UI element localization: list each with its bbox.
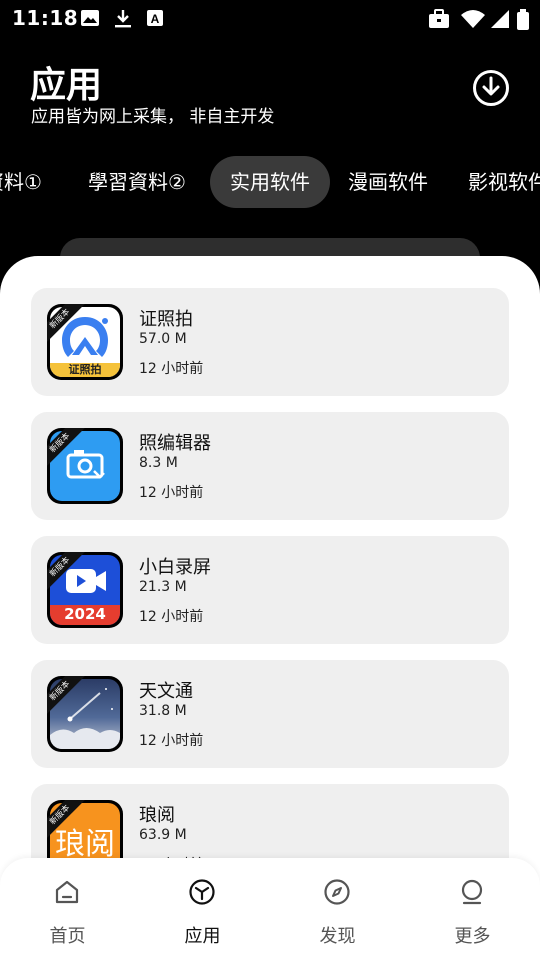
briefcase-icon	[429, 9, 449, 28]
wifi-icon	[461, 10, 485, 28]
svg-text:A: A	[151, 12, 160, 26]
app-icon-label: 2024	[64, 605, 106, 623]
category-tabs: 資料① 學習資料② 实用软件 漫画软件 影视软件	[0, 156, 540, 208]
nav-label: 更多	[454, 926, 491, 947]
nav-home[interactable]: 首页	[0, 858, 135, 960]
tab-video-software[interactable]: 影视软件	[468, 156, 540, 208]
app-list-sheet: 证照拍 新版本 证照拍 57.0 M 12 小时前 新版本 照编辑器 8.3 M…	[0, 256, 540, 960]
download-icon[interactable]	[472, 69, 510, 107]
tab-comic-software[interactable]: 漫画软件	[348, 156, 428, 208]
nav-more[interactable]: 更多	[405, 858, 540, 960]
app-updated-time: 12 小时前	[139, 485, 204, 501]
font-icon: A	[147, 10, 163, 26]
nav-label: 首页	[49, 926, 86, 947]
app-updated-time: 12 小时前	[139, 609, 204, 625]
home-icon	[55, 880, 79, 904]
app-size: 63.9 M	[139, 827, 187, 843]
nav-label: 应用	[184, 926, 221, 947]
status-time: 11:18	[12, 6, 79, 30]
app-updated-time: 12 小时前	[139, 733, 204, 749]
cube-icon	[189, 879, 215, 905]
app-updated-time: 12 小时前	[139, 361, 204, 377]
app-icon-xiaobai-recorder: 2024 新版本	[47, 552, 123, 628]
app-icon-label: 琅阅	[55, 827, 115, 862]
bottom-navigation: 首页 应用 发现 更多	[0, 858, 540, 960]
page-subtitle: 应用皆为网上采集， 非自主开发	[31, 107, 275, 127]
app-name: 琅阅	[139, 805, 175, 826]
nav-label: 发现	[319, 926, 356, 947]
app-card[interactable]: 新版本 天文通 31.8 M 12 小时前	[31, 660, 509, 768]
app-icon-tianwentong: 新版本	[47, 676, 123, 752]
battery-icon	[517, 9, 529, 30]
nav-discover[interactable]: 发现	[270, 858, 405, 960]
app-size: 21.3 M	[139, 579, 187, 595]
signal-icon	[491, 10, 509, 28]
app-icon-photo-editor: 新版本	[47, 428, 123, 504]
tab-utility-software[interactable]: 实用软件	[210, 156, 330, 208]
app-card[interactable]: 证照拍 新版本 证照拍 57.0 M 12 小时前	[31, 288, 509, 396]
tab-study-data-2[interactable]: 學習資料②	[88, 156, 186, 208]
app-size: 8.3 M	[139, 455, 178, 471]
app-icon-zhengzhaopai: 证照拍 新版本	[47, 304, 123, 380]
page-title: 应用	[30, 65, 103, 106]
compass-icon	[324, 879, 350, 905]
app-card[interactable]: 新版本 照编辑器 8.3 M 12 小时前	[31, 412, 509, 520]
person-icon	[461, 879, 483, 905]
app-size: 31.8 M	[139, 703, 187, 719]
app-icon-label: 证照拍	[68, 363, 102, 376]
app-name: 照编辑器	[139, 433, 211, 454]
status-bar: 11:18 A	[0, 0, 540, 36]
image-icon	[81, 10, 99, 26]
app-name: 天文通	[139, 681, 193, 702]
tab-data-1[interactable]: 資料①	[0, 156, 42, 208]
app-name: 证照拍	[139, 309, 193, 330]
nav-apps[interactable]: 应用	[135, 858, 270, 960]
download-status-icon	[115, 10, 131, 28]
app-card[interactable]: 2024 新版本 小白录屏 21.3 M 12 小时前	[31, 536, 509, 644]
app-size: 57.0 M	[139, 331, 187, 347]
app-name: 小白录屏	[139, 557, 211, 578]
